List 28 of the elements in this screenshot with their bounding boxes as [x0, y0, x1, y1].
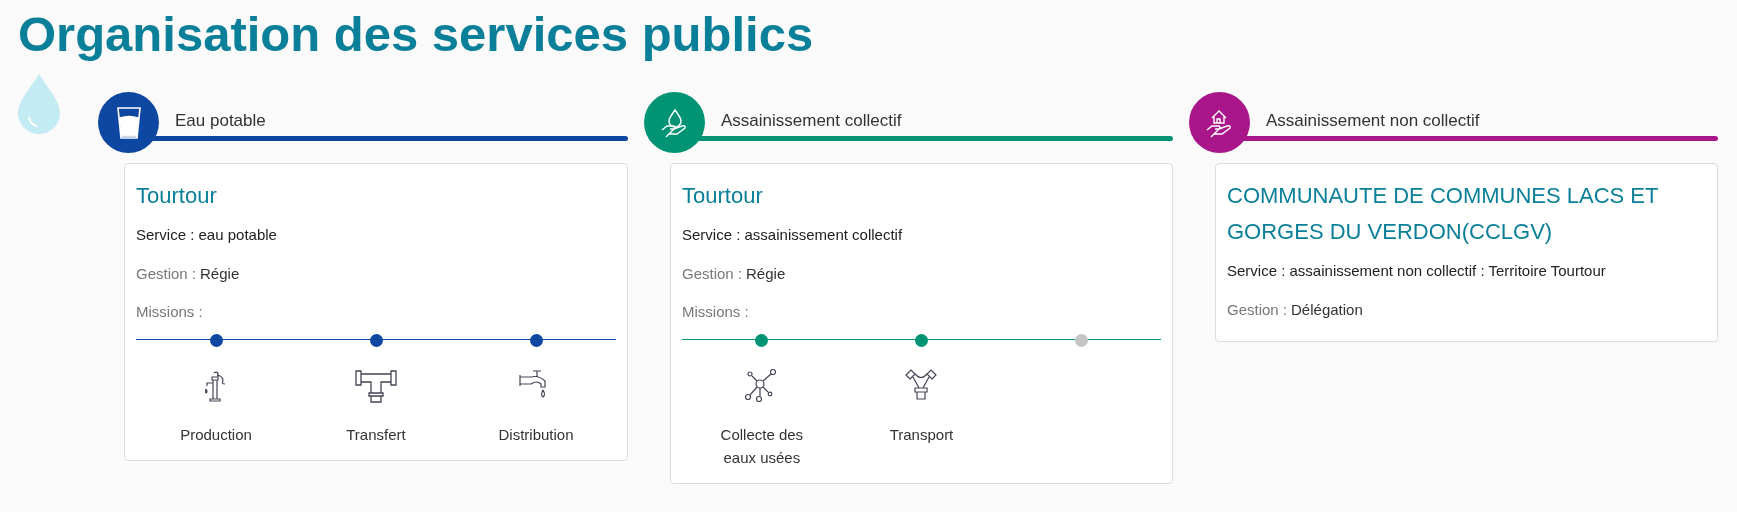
mission-label: Distribution [497, 424, 575, 445]
card-title: Tourtour [136, 182, 218, 210]
glass-icon [115, 105, 142, 140]
water-drop-icon [17, 73, 61, 135]
missions-label: Missions : [136, 302, 204, 322]
management-label: Gestion : [1227, 299, 1288, 320]
card-title: COMMUNAUTE DE COMMUNES LACS ET GORGES DU VERDON(CCLGV) [1227, 182, 1660, 246]
section-heading: Assainissement collectif [721, 110, 902, 132]
management-value: Régie [746, 263, 786, 284]
pipe-tee-icon [355, 368, 397, 403]
management-value: Délégation [1291, 299, 1363, 320]
service-text: Service : eau potable [136, 225, 278, 245]
y-pipe-icon [904, 368, 939, 403]
management-label: Gestion : [136, 263, 197, 284]
management-value: Régie [200, 263, 240, 284]
card-title: Tourtour [682, 182, 764, 210]
management-label: Gestion : [682, 263, 743, 284]
mission-label: Collecte des eaux usées [719, 424, 805, 468]
service-text: Service : assainissement non collectif : Territoire Tourtour [1227, 261, 1607, 281]
section-heading: Assainissement non collectif [1266, 110, 1480, 132]
mission-label: Transport [888, 424, 955, 445]
service-text: Service : assainissement collectif [682, 225, 904, 245]
mission-label: Transfert [345, 424, 407, 445]
mission-label: Production [179, 424, 253, 445]
page-title: Organisation des services publics [18, 6, 814, 63]
missions-label: Missions : [682, 302, 750, 322]
network-nodes-icon [744, 368, 779, 403]
section-heading: Eau potable [175, 110, 266, 132]
